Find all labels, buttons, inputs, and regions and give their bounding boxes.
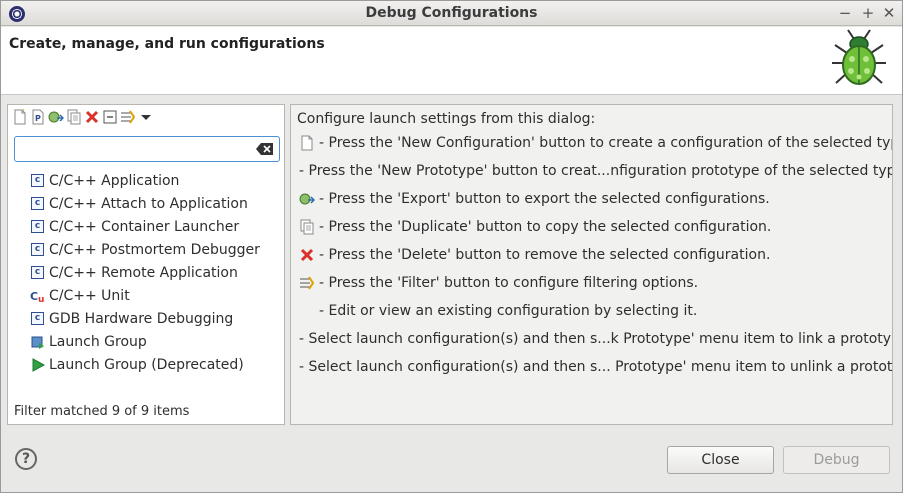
info-line-filter: - Press the 'Filter' button to configure… [299, 275, 698, 291]
info-line-delete: - Press the 'Delete' button to remove th… [299, 247, 770, 263]
duplicate-icon [299, 219, 315, 235]
configuration-list-panel: P c C/C++ Application c C/C++ Attach to … [7, 104, 285, 425]
window-title: Debug Configurations [365, 5, 538, 21]
tree-item-label: C/C++ Container Launcher [49, 218, 240, 235]
c-app-icon: c [30, 196, 46, 212]
tree-item-cpp-container[interactable]: c C/C++ Container Launcher [30, 215, 260, 238]
new-prototype-icon[interactable]: P [30, 109, 46, 125]
c-app-icon: c [30, 242, 46, 258]
dialog-header: Create, manage, and run configurations [1, 27, 902, 95]
tree-item-cpp-postmortem[interactable]: c C/C++ Postmortem Debugger [30, 238, 260, 261]
info-line-export: - Press the 'Export' button to export th… [299, 191, 770, 207]
close-window-button[interactable]: ✕ [880, 4, 898, 22]
svg-text:C: C [30, 290, 38, 303]
run-icon [30, 357, 46, 373]
tree-item-label: C/C++ Application [49, 172, 180, 189]
launch-group-icon [30, 334, 46, 350]
filter-status: Filter matched 9 of 9 items [14, 404, 190, 419]
tree-item-cpp-attach[interactable]: c C/C++ Attach to Application [30, 192, 260, 215]
bug-icon [832, 29, 886, 85]
svg-text:P: P [35, 114, 41, 123]
info-line-edit: - Edit or view an existing configuration… [319, 303, 698, 319]
new-configuration-icon[interactable] [12, 108, 28, 125]
export-icon [299, 191, 316, 207]
maximize-button[interactable]: + [859, 4, 877, 22]
info-line-new-prototype: - Press the 'New Prototype' button to cr… [299, 163, 893, 179]
tree-item-cpp-remote[interactable]: c C/C++ Remote Application [30, 261, 260, 284]
c-app-icon: c [30, 173, 46, 189]
tree-item-launch-group[interactable]: Launch Group [30, 330, 260, 353]
c-app-icon: c [30, 219, 46, 235]
collapse-all-icon[interactable] [102, 109, 118, 125]
tree-item-label: C/C++ Unit [49, 287, 130, 304]
info-line-unlink-prototype: - Select launch configuration(s) and the… [299, 359, 893, 375]
info-intro: Configure launch settings from this dial… [297, 111, 596, 127]
c-unit-icon: Cu [30, 288, 46, 305]
close-button[interactable]: Close [667, 446, 774, 474]
minimize-button[interactable]: − [836, 4, 854, 22]
export-icon[interactable] [48, 109, 65, 125]
view-menu-icon[interactable] [138, 109, 154, 125]
configuration-tree: c C/C++ Application c C/C++ Attach to Ap… [30, 169, 260, 376]
new-configuration-icon [299, 135, 315, 151]
tree-item-launch-group-deprecated[interactable]: Launch Group (Deprecated) [30, 353, 260, 376]
help-button[interactable]: ? [15, 448, 37, 470]
tree-item-cpp-unit[interactable]: Cu C/C++ Unit [30, 284, 260, 307]
filter-search-box[interactable] [14, 136, 280, 162]
header-title: Create, manage, and run configurations [9, 36, 325, 52]
tree-item-label: Launch Group (Deprecated) [49, 356, 244, 373]
clear-icon[interactable] [256, 143, 273, 155]
configuration-info-panel: Configure launch settings from this dial… [290, 104, 893, 425]
delete-icon [299, 247, 315, 263]
c-app-icon: c [30, 311, 46, 327]
tree-item-cpp-application[interactable]: c C/C++ Application [30, 169, 260, 192]
tree-item-label: Launch Group [49, 333, 147, 350]
tree-item-label: C/C++ Remote Application [49, 264, 238, 281]
filter-icon [299, 275, 315, 291]
tree-item-label: GDB Hardware Debugging [49, 310, 234, 327]
title-bar[interactable]: Debug Configurations − + ✕ [1, 1, 902, 26]
c-app-icon: c [30, 265, 46, 281]
tree-item-gdb-hardware[interactable]: c GDB Hardware Debugging [30, 307, 260, 330]
filter-icon[interactable] [120, 109, 136, 125]
debug-configurations-dialog: Debug Configurations − + ✕ Create, manag… [0, 0, 903, 493]
info-line-link-prototype: - Select launch configuration(s) and the… [299, 331, 893, 347]
filter-input[interactable] [21, 140, 249, 158]
tree-item-label: C/C++ Postmortem Debugger [49, 241, 260, 258]
delete-icon[interactable] [84, 109, 100, 125]
info-line-duplicate: - Press the 'Duplicate' button to copy t… [299, 219, 771, 235]
tree-item-label: C/C++ Attach to Application [49, 195, 248, 212]
list-toolbar: P [12, 108, 154, 126]
duplicate-icon[interactable] [66, 109, 82, 125]
debug-button[interactable]: Debug [783, 446, 890, 474]
info-line-new-configuration: - Press the 'New Configuration' button t… [299, 135, 892, 151]
svg-text:u: u [38, 295, 44, 304]
